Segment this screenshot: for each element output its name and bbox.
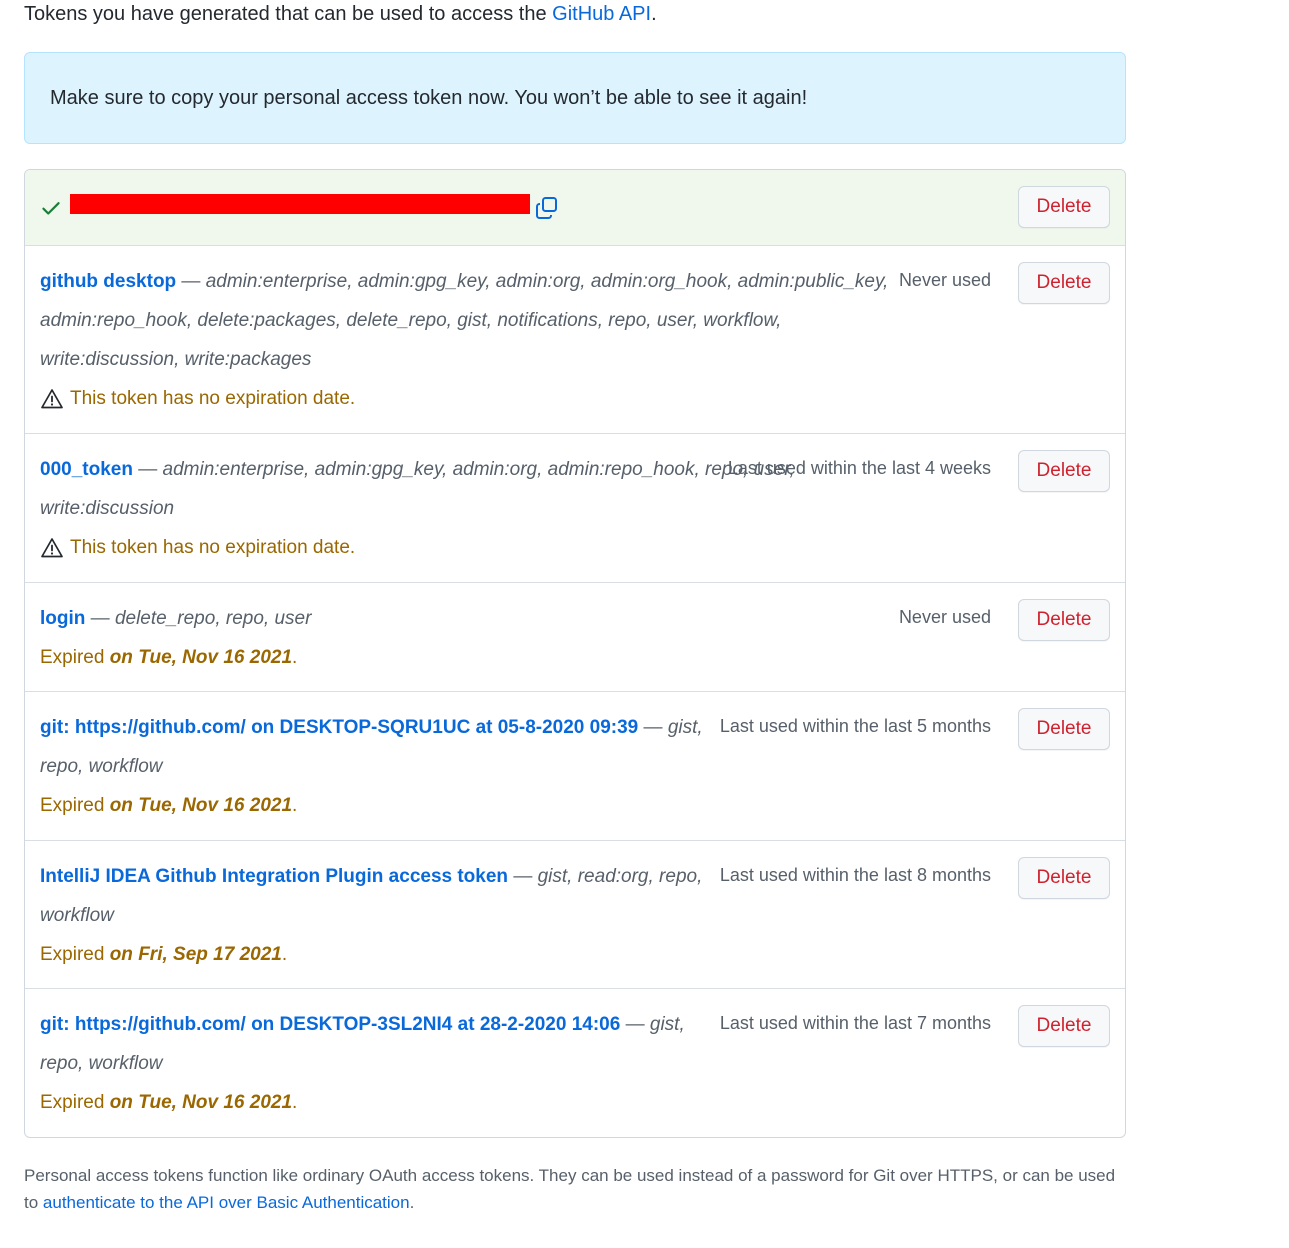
expired-notice: Expired on Fri, Sep 17 2021. — [40, 944, 288, 965]
delete-new-token-button[interactable]: Delete — [1018, 186, 1110, 228]
separator: — — [620, 1014, 650, 1035]
warning-text: This token has no expiration date. — [70, 388, 356, 409]
basic-auth-link[interactable]: authenticate to the API over Basic Authe… — [43, 1193, 410, 1212]
token-name-link[interactable]: git: https://github.com/ on DESKTOP-SQRU… — [40, 717, 638, 738]
new-token-row: Delete — [25, 170, 1125, 245]
expiration-warning: This token has no expiration date. — [40, 379, 1110, 418]
token-list: Delete github desktop — admin:enterprise… — [24, 169, 1126, 1138]
copy-icon[interactable] — [534, 195, 560, 221]
delete-token-button[interactable]: Delete — [1018, 1005, 1110, 1047]
separator: — — [176, 271, 206, 292]
token-row: login — delete_repo, repo, user Expired … — [25, 582, 1125, 691]
footnote: Personal access tokens function like ord… — [24, 1162, 1126, 1216]
token-name-link[interactable]: IntelliJ IDEA Github Integration Plugin … — [40, 866, 508, 887]
token-description: IntelliJ IDEA Github Integration Plugin … — [40, 857, 720, 935]
alert-icon — [41, 388, 63, 408]
separator: — — [132, 459, 163, 480]
token-description: git: https://github.com/ on DESKTOP-3SL2… — [40, 1005, 720, 1083]
token-row: IntelliJ IDEA Github Integration Plugin … — [25, 840, 1125, 988]
intro-label: Tokens you have generated that can be us… — [24, 3, 553, 25]
expiration-warning: This token has no expiration date. — [40, 528, 1110, 567]
token-row: git: https://github.com/ on DESKTOP-3SL2… — [25, 988, 1125, 1137]
token-usage: Last used within the last 7 months — [719, 1013, 991, 1033]
expired-date: on Tue, Nov 16 2021 — [109, 795, 293, 816]
intro-text: Tokens you have generated that can be us… — [24, 0, 1126, 28]
delete-token-button[interactable]: Delete — [1018, 857, 1110, 899]
copy-token-flash: Make sure to copy your personal access t… — [24, 52, 1126, 144]
token-usage: Last used within the last 8 months — [719, 865, 991, 885]
alert-icon — [41, 537, 63, 557]
token-name-link[interactable]: 000_token — [40, 459, 133, 480]
tokens-page: Tokens you have generated that can be us… — [24, 0, 1126, 1233]
separator: — — [638, 717, 668, 738]
token-row: 000_token — admin:enterprise, admin:gpg_… — [25, 433, 1125, 582]
token-usage: Never used — [898, 270, 991, 290]
token-scopes: delete_repo, repo, user — [114, 608, 312, 629]
expired-label: Expired — [40, 1092, 110, 1113]
warning-text: This token has no expiration date. — [70, 537, 356, 558]
delete-token-button[interactable]: Delete — [1018, 708, 1110, 750]
expired-notice: Expired on Tue, Nov 16 2021. — [40, 795, 298, 816]
token-row: git: https://github.com/ on DESKTOP-SQRU… — [25, 691, 1125, 840]
check-icon — [42, 201, 60, 215]
expired-notice: Expired on Tue, Nov 16 2021. — [40, 1092, 298, 1113]
token-row: github desktop — admin:enterprise, admin… — [25, 245, 1125, 433]
expired-date: on Fri, Sep 17 2021 — [109, 944, 282, 965]
token-usage: Last used within the last 5 months — [719, 716, 991, 736]
footnote-suffix: . — [409, 1193, 415, 1212]
expired-notice: Expired on Tue, Nov 16 2021. — [40, 647, 298, 668]
expired-label: Expired — [40, 795, 110, 816]
expired-label: Expired — [40, 944, 110, 965]
delete-token-button[interactable]: Delete — [1018, 262, 1110, 304]
redacted-token-value — [70, 193, 530, 214]
flash-message: Make sure to copy your personal access t… — [50, 86, 808, 109]
token-name-link[interactable]: login — [40, 608, 85, 629]
token-name-link[interactable]: github desktop — [40, 271, 176, 292]
token-description: login — delete_repo, repo, user — [40, 599, 906, 638]
intro-suffix: . — [651, 3, 657, 25]
token-usage: Never used — [898, 607, 991, 627]
github-api-link[interactable]: GitHub API — [552, 3, 651, 25]
separator: — — [85, 608, 115, 629]
delete-token-button[interactable]: Delete — [1018, 599, 1110, 641]
token-name-link[interactable]: git: https://github.com/ on DESKTOP-3SL2… — [40, 1014, 620, 1035]
token-description: github desktop — admin:enterprise, admin… — [40, 262, 906, 379]
delete-token-button[interactable]: Delete — [1018, 450, 1110, 492]
separator: — — [508, 866, 538, 887]
expired-date: on Tue, Nov 16 2021 — [109, 1092, 293, 1113]
token-usage: Last used within the last 4 weeks — [727, 458, 991, 478]
token-description: git: https://github.com/ on DESKTOP-SQRU… — [40, 708, 720, 786]
expired-date: on Tue, Nov 16 2021 — [109, 647, 293, 668]
expired-label: Expired — [40, 647, 110, 668]
